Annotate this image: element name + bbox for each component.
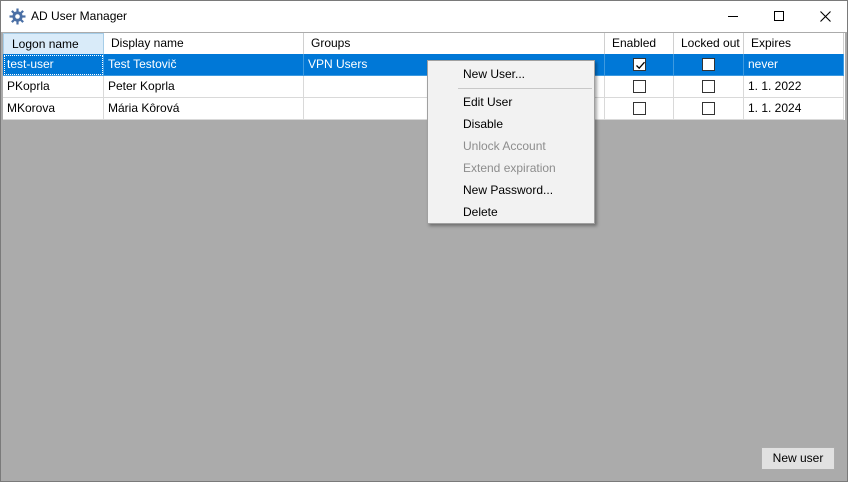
column-header-groups[interactable]: Groups	[304, 33, 605, 55]
enabled-cell[interactable]	[605, 54, 674, 76]
expires-cell[interactable]: 1. 1. 2024	[744, 98, 844, 120]
close-button[interactable]	[802, 1, 848, 31]
locked-cell[interactable]	[674, 76, 744, 98]
column-header-logon[interactable]: Logon name	[3, 33, 104, 55]
minimize-icon	[728, 16, 738, 17]
locked-checkbox[interactable]	[702, 58, 715, 71]
menu-item-extend-expiration: Extend expiration	[463, 161, 556, 175]
enabled-checkbox[interactable]	[633, 58, 646, 71]
new-user-button[interactable]: New user	[761, 447, 835, 470]
enabled-checkbox[interactable]	[633, 102, 646, 115]
close-icon	[819, 10, 831, 22]
display-cell[interactable]: Test Testovič	[104, 54, 304, 76]
table-row[interactable]: PKoprla Peter Koprla 1. 1. 2022	[3, 76, 844, 98]
display-cell[interactable]: Peter Koprla	[104, 76, 304, 98]
locked-cell[interactable]	[674, 98, 744, 120]
locked-checkbox[interactable]	[702, 80, 715, 93]
logon-cell[interactable]: PKoprla	[3, 76, 104, 98]
menu-item-new-user[interactable]: New User...	[430, 63, 592, 85]
enabled-cell[interactable]	[605, 98, 674, 120]
enabled-checkbox[interactable]	[633, 80, 646, 93]
table-row[interactable]: test-user Test Testovič VPN Users never	[3, 54, 844, 76]
minimize-button[interactable]	[710, 1, 756, 31]
menu-item-new-password[interactable]: New Password...	[430, 179, 592, 201]
locked-cell[interactable]	[674, 54, 744, 76]
column-header-enabled[interactable]: Enabled	[605, 33, 674, 55]
expires-cell[interactable]: never	[744, 54, 844, 76]
grid-header: Logon name Display name Groups Enabled L…	[3, 33, 844, 55]
app-window: AD User Manager Logon name Display name …	[0, 0, 848, 482]
users-grid[interactable]: Logon name Display name Groups Enabled L…	[3, 33, 845, 120]
column-header-expires[interactable]: Expires	[744, 33, 844, 55]
logon-cell[interactable]: MKorova	[3, 98, 104, 120]
menu-item-disable[interactable]: Disable	[430, 113, 592, 135]
menu-item-edit-user[interactable]: Edit User	[430, 91, 592, 113]
expires-cell[interactable]: 1. 1. 2022	[744, 76, 844, 98]
menu-separator	[458, 88, 592, 89]
locked-checkbox[interactable]	[702, 102, 715, 115]
title-bar[interactable]: AD User Manager	[1, 1, 847, 32]
checkmark-icon	[636, 61, 645, 70]
column-header-display[interactable]: Display name	[104, 33, 304, 55]
column-header-locked[interactable]: Locked out	[674, 33, 744, 55]
menu-item-unlock-account: Unlock Account	[463, 139, 546, 153]
display-cell[interactable]: Mária Kôrová	[104, 98, 304, 120]
table-row[interactable]: MKorova Mária Kôrová 1. 1. 2024	[3, 98, 844, 120]
logon-cell[interactable]: test-user	[3, 54, 104, 76]
context-menu: New User... Edit User Disable Unlock Acc…	[427, 60, 595, 224]
gear-icon	[9, 8, 26, 25]
window-title: AD User Manager	[31, 9, 128, 23]
enabled-cell[interactable]	[605, 76, 674, 98]
maximize-icon	[774, 11, 784, 21]
maximize-button[interactable]	[756, 1, 802, 31]
menu-item-delete[interactable]: Delete	[430, 201, 592, 223]
